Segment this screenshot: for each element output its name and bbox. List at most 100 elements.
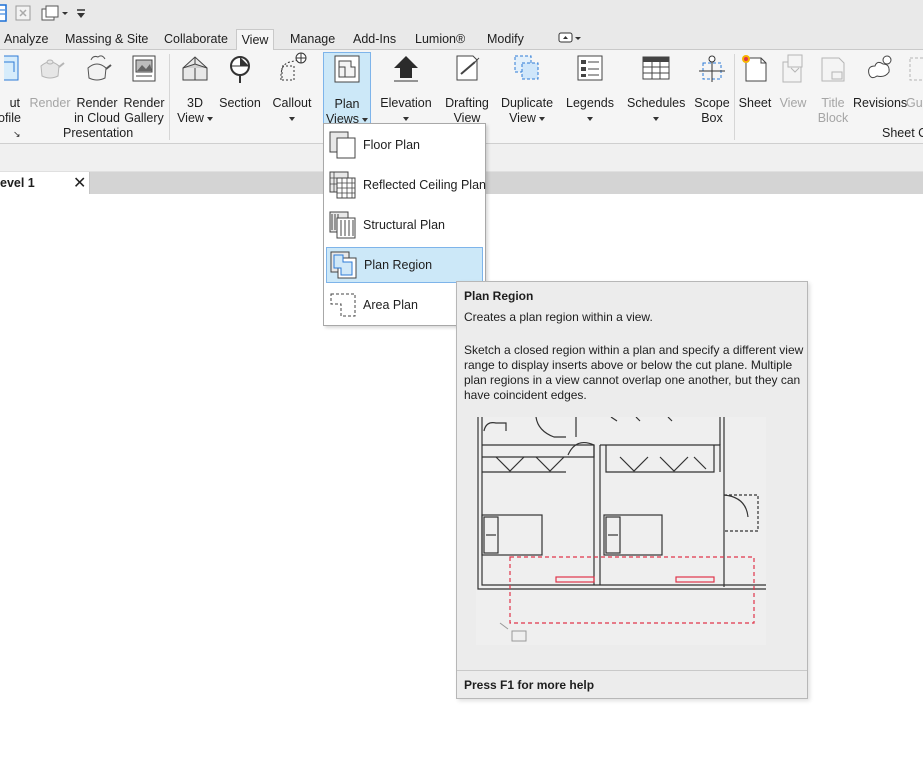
chevron-down-icon	[362, 117, 369, 122]
scope-box-icon	[699, 55, 725, 82]
elevation-label: Elevation	[380, 96, 432, 110]
menu-item-plan-region[interactable]: Plan Region	[326, 247, 483, 283]
guide-grid-button[interactable]: Gu	[906, 52, 923, 122]
tab-add-ins[interactable]: Add-Ins	[349, 29, 400, 51]
sheet-view-button[interactable]: View	[776, 52, 810, 122]
chevron-down-icon	[587, 116, 593, 121]
panel-title-sheet-composition: Sheet C	[882, 126, 923, 140]
plan-views-button[interactable]: Plan Views	[323, 52, 371, 126]
drafting-view-icon	[456, 55, 480, 81]
chevron-down-icon	[206, 116, 213, 121]
render-cloud-label-2: in Cloud	[74, 111, 120, 125]
title-block-label-2: Block	[817, 111, 849, 125]
panel-separator	[734, 54, 735, 140]
tooltip-title: Plan Region	[464, 289, 534, 303]
menu-item-floor-plan[interactable]: Floor Plan	[326, 127, 483, 163]
revisions-icon	[868, 55, 892, 79]
title-block-label-1: Title	[821, 96, 845, 110]
sheet-icon	[742, 55, 767, 82]
tab-view[interactable]: View	[236, 29, 274, 51]
ribbon-tabs: Analyze Massing & Site Collaborate View …	[0, 27, 923, 51]
scope-box-label-1: Scope	[694, 96, 730, 110]
duplicate-view-icon	[514, 55, 539, 80]
scope-box-label-2: Box	[701, 111, 723, 125]
cutout-label-1: ut	[9, 96, 20, 110]
plan-region-illustration	[476, 417, 766, 645]
tab-massing-site[interactable]: Massing & Site	[61, 29, 152, 51]
chevron-down-icon	[653, 116, 659, 121]
render-gallery-button[interactable]: Render Gallery	[122, 52, 166, 125]
chevron-down-icon	[538, 116, 545, 121]
tab-collaborate[interactable]: Collaborate	[160, 29, 232, 51]
guide-grid-icon	[909, 57, 923, 81]
legends-icon	[577, 55, 603, 81]
close-icon[interactable]: ✕	[73, 173, 86, 193]
qat-dropdown-icon[interactable]	[75, 3, 87, 23]
view-tab-label: evel 1	[0, 176, 35, 190]
close-hidden-icon[interactable]	[14, 3, 36, 23]
view-label: View	[779, 96, 807, 110]
render-cloud-label-1: Render	[76, 96, 118, 110]
cloud-render-icon	[87, 55, 112, 81]
render-gallery-label-1: Render	[123, 96, 165, 110]
place-view-icon	[782, 54, 803, 83]
guide-grid-label: Gu	[906, 96, 923, 110]
tooltip-separator	[457, 670, 807, 671]
reflected-ceiling-plan-icon	[329, 171, 356, 199]
drafting-view-button[interactable]: Drafting View	[441, 52, 493, 125]
drafting-view-label-1: Drafting	[445, 96, 489, 110]
elevation-icon	[394, 56, 418, 82]
menu-item-label: Reflected Ceiling Plan	[363, 178, 486, 192]
elevation-button[interactable]: Elevation	[377, 52, 435, 122]
schedules-button[interactable]: Schedules	[627, 52, 685, 122]
section-button[interactable]: Section	[217, 52, 263, 122]
house-3d-icon	[182, 56, 208, 81]
duplicate-view-button[interactable]: Duplicate View	[497, 52, 557, 125]
3d-view-label-2: View	[177, 111, 204, 125]
chevron-down-icon	[403, 116, 409, 121]
menu-item-label: Structural Plan	[363, 218, 445, 232]
teapot-icon	[40, 59, 65, 79]
menu-item-label: Plan Region	[364, 258, 433, 272]
duplicate-view-label-1: Duplicate	[500, 96, 554, 110]
panel-title-presentation: Presentation	[63, 126, 134, 140]
cutout-profile-icon	[4, 55, 19, 81]
3d-view-button[interactable]: 3D View	[175, 52, 215, 125]
title-block-icon	[821, 57, 845, 82]
render-button[interactable]: Render	[29, 52, 71, 122]
callout-button[interactable]: Callout	[269, 52, 315, 122]
schedules-icon	[642, 56, 670, 80]
view-tab-level-1[interactable]: evel 1 ✕	[0, 172, 90, 194]
revisions-button[interactable]: Revisions	[853, 52, 908, 122]
legends-label: Legends	[566, 96, 614, 110]
sheet-label: Sheet	[738, 96, 772, 110]
duplicate-view-label-2: View	[509, 111, 536, 125]
cutout-profile-button[interactable]: ut ofile	[0, 52, 21, 125]
tab-analyze[interactable]: Analyze	[0, 29, 52, 51]
panel-launcher-icon[interactable]: ↘	[13, 129, 21, 140]
legends-button[interactable]: Legends	[564, 52, 616, 122]
menu-item-reflected-ceiling-plan[interactable]: Reflected Ceiling Plan	[326, 167, 486, 203]
area-plan-icon	[330, 293, 356, 317]
render-in-cloud-button[interactable]: Render in Cloud	[74, 52, 120, 125]
gallery-icon	[132, 55, 156, 82]
view-icon[interactable]	[0, 3, 8, 23]
callout-icon	[280, 52, 307, 81]
tab-lumion[interactable]: Lumion®	[411, 29, 469, 51]
menu-item-label: Floor Plan	[363, 138, 420, 152]
sheet-button[interactable]: Sheet	[737, 52, 773, 122]
revisions-label: Revisions	[853, 96, 908, 110]
3d-view-label-1: 3D	[187, 96, 203, 110]
tab-modify[interactable]: Modify	[483, 29, 528, 51]
section-label: Section	[219, 96, 261, 110]
floor-plan-icon	[329, 131, 356, 159]
plan-region-icon	[330, 251, 357, 279]
title-block-button[interactable]: Title Block	[814, 52, 852, 125]
render-label: Render	[29, 96, 71, 110]
tab-manage[interactable]: Manage	[286, 29, 339, 51]
menu-item-structural-plan[interactable]: Structural Plan	[326, 207, 483, 243]
scope-box-button[interactable]: Scope Box	[692, 52, 732, 125]
chevron-down-icon	[289, 116, 295, 121]
cutout-label-2: ofile	[0, 111, 21, 125]
switch-windows-icon[interactable]	[40, 3, 70, 23]
